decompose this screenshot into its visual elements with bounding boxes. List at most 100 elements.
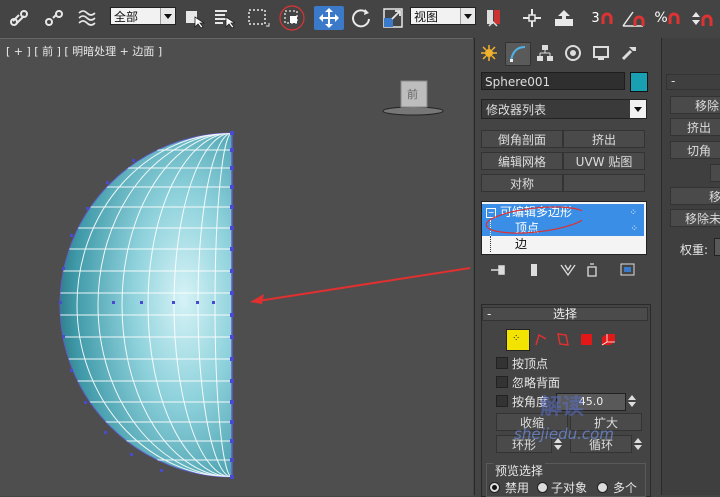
vertex-dots-icon: ⁘ bbox=[629, 208, 638, 218]
hierarchy-tab-icon[interactable] bbox=[533, 42, 557, 64]
preview-subobject-radio[interactable] bbox=[537, 482, 548, 493]
reference-coordinate-dropdown[interactable]: 视图 bbox=[410, 7, 476, 25]
rotate-icon[interactable] bbox=[348, 6, 374, 30]
half-sphere-mesh[interactable] bbox=[0, 39, 473, 496]
make-unique-icon[interactable] bbox=[559, 262, 577, 278]
edit-mesh-button[interactable]: 编辑网格 bbox=[481, 152, 563, 170]
front-viewport[interactable]: [ + ] [ 前 ] [ 明暗处理 + 边面 ] 前 bbox=[0, 38, 473, 496]
empty-modifier-button[interactable] bbox=[563, 174, 645, 192]
selection-rollout-header[interactable]: - 选择 bbox=[482, 307, 648, 321]
unlink-icon[interactable] bbox=[42, 6, 66, 30]
watermark-logo: 解读 bbox=[540, 395, 585, 420]
select-by-name-icon[interactable] bbox=[212, 6, 236, 30]
modifier-list-dropdown[interactable]: 修改器列表 bbox=[481, 99, 647, 119]
object-name-field[interactable]: Sphere001 bbox=[481, 72, 625, 90]
spinner-snap-icon[interactable] bbox=[688, 6, 716, 30]
motion-tab-icon[interactable] bbox=[561, 42, 585, 64]
selection-filter-value: 全部 bbox=[114, 10, 139, 24]
object-color-swatch[interactable] bbox=[630, 72, 648, 92]
modifier-list-label: 修改器列表 bbox=[486, 103, 547, 117]
by-angle-checkbox[interactable] bbox=[496, 395, 508, 407]
chevron-down-icon bbox=[160, 8, 175, 24]
ignore-backfacing-checkbox[interactable] bbox=[496, 376, 508, 388]
edit-vertices-panel: - 移除 挤出 切角 移 移除未 权重: bbox=[661, 38, 720, 495]
watermark-text: shejiedu.com bbox=[514, 425, 614, 443]
select-object-icon[interactable] bbox=[182, 6, 206, 30]
window-crossing-icon[interactable] bbox=[278, 5, 306, 31]
element-mode-button[interactable] bbox=[600, 331, 618, 349]
element-icon bbox=[601, 334, 615, 346]
chamfer-button[interactable]: 切角 bbox=[670, 141, 720, 159]
utilities-tab-icon[interactable] bbox=[617, 42, 641, 64]
border-mode-button[interactable] bbox=[554, 331, 572, 349]
extrude-button[interactable]: 挤出 bbox=[563, 130, 645, 148]
percent-snap-label: % bbox=[654, 10, 668, 26]
uvw-map-button[interactable]: UVW 贴图 bbox=[563, 152, 645, 170]
symmetry-button[interactable]: 对称 bbox=[481, 174, 563, 192]
chevron-down-icon bbox=[630, 100, 646, 118]
by-vertex-checkbox[interactable] bbox=[496, 357, 508, 369]
display-tab-icon[interactable] bbox=[589, 42, 613, 64]
modify-tab-icon[interactable] bbox=[505, 42, 531, 66]
selection-rollout-title: 选择 bbox=[552, 307, 577, 321]
move-icon[interactable] bbox=[314, 6, 344, 30]
loop-spinner-arrows[interactable] bbox=[634, 437, 642, 451]
edge-mode-button[interactable] bbox=[532, 331, 550, 349]
angle-spinner-arrows[interactable] bbox=[628, 394, 636, 408]
edge-icon bbox=[535, 333, 547, 346]
selection-filter-dropdown[interactable]: 全部 bbox=[110, 7, 176, 25]
chevron-down-icon bbox=[460, 8, 475, 24]
vertex-mode-button[interactable]: ⁘ bbox=[506, 329, 530, 351]
remove-button[interactable]: 移除 bbox=[670, 96, 720, 114]
preview-selection-group: 预览选择 禁用 子对象 多个 bbox=[486, 462, 646, 497]
preview-disabled-radio[interactable] bbox=[489, 482, 500, 493]
pin-stack-icon[interactable] bbox=[489, 262, 507, 278]
rollout-header[interactable]: - bbox=[666, 74, 720, 90]
configure-modifier-sets-icon[interactable] bbox=[619, 262, 637, 278]
collapse-icon: - bbox=[487, 307, 492, 321]
preview-multi-radio[interactable] bbox=[597, 482, 608, 493]
vertex-dots-icon: ⁘ bbox=[630, 224, 638, 234]
command-panel-tabs bbox=[475, 40, 661, 68]
polygon-icon bbox=[581, 334, 592, 345]
percent-snap-icon[interactable]: % bbox=[654, 6, 680, 30]
preview-multi-label: 多个 bbox=[613, 481, 638, 495]
stack-item-edge[interactable]: 边 bbox=[482, 236, 644, 252]
weld-button[interactable]: 移 bbox=[670, 187, 720, 205]
manipulate-icon[interactable] bbox=[520, 6, 544, 30]
scale-icon[interactable] bbox=[380, 6, 406, 30]
pivot-icon[interactable] bbox=[482, 6, 506, 30]
preview-subobject-label: 子对象 bbox=[551, 481, 588, 495]
selection-rollout: - 选择 ⁘ 按顶点 忽略背面 按角度 45.0 收缩 扩大 环形 循环 预览选… bbox=[481, 304, 651, 497]
main-toolbar: 全部 视图 3 % bbox=[0, 0, 720, 39]
small-button[interactable] bbox=[710, 164, 720, 182]
snap-3-icon[interactable]: 3 bbox=[590, 6, 614, 30]
preview-disabled-label: 禁用 bbox=[505, 481, 530, 495]
stack-item-label: 边 bbox=[515, 237, 528, 251]
vertex-icon: ⁘ bbox=[512, 333, 521, 344]
rect-region-icon[interactable] bbox=[245, 6, 271, 30]
modifier-stack[interactable]: − 可编辑多边形 ⁘ 顶点 ⁘ 边 bbox=[481, 201, 647, 255]
border-icon bbox=[557, 333, 569, 346]
keyboard-shortcut-icon[interactable] bbox=[552, 6, 576, 30]
stack-tools-row bbox=[483, 262, 643, 278]
command-panel: Sphere001 修改器列表 倒角剖面 挤出 编辑网格 UVW 贴图 对称 −… bbox=[474, 38, 661, 497]
weight-field[interactable] bbox=[714, 238, 720, 256]
polygon-mode-button[interactable] bbox=[578, 331, 596, 349]
annotation-ellipse bbox=[485, 206, 582, 234]
remove-modifier-icon[interactable] bbox=[583, 262, 601, 278]
preview-selection-title: 预览选择 bbox=[493, 462, 546, 479]
weight-label: 权重: bbox=[680, 243, 709, 257]
snap-3-label: 3 bbox=[591, 10, 600, 26]
show-end-result-icon[interactable] bbox=[525, 262, 543, 278]
remove-isolated-button[interactable]: 移除未 bbox=[670, 209, 720, 227]
reference-coordinate-value: 视图 bbox=[414, 10, 439, 24]
link-icon[interactable] bbox=[8, 6, 32, 30]
by-vertex-label: 按顶点 bbox=[512, 357, 549, 371]
bevel-profile-button[interactable]: 倒角剖面 bbox=[481, 130, 563, 148]
object-name-value: Sphere001 bbox=[485, 75, 551, 89]
create-tab-icon[interactable] bbox=[477, 42, 501, 64]
bind-spacewarp-icon[interactable] bbox=[76, 6, 100, 30]
extrude-vertex-button[interactable]: 挤出 bbox=[670, 118, 720, 136]
angle-snap-icon[interactable] bbox=[620, 6, 646, 30]
